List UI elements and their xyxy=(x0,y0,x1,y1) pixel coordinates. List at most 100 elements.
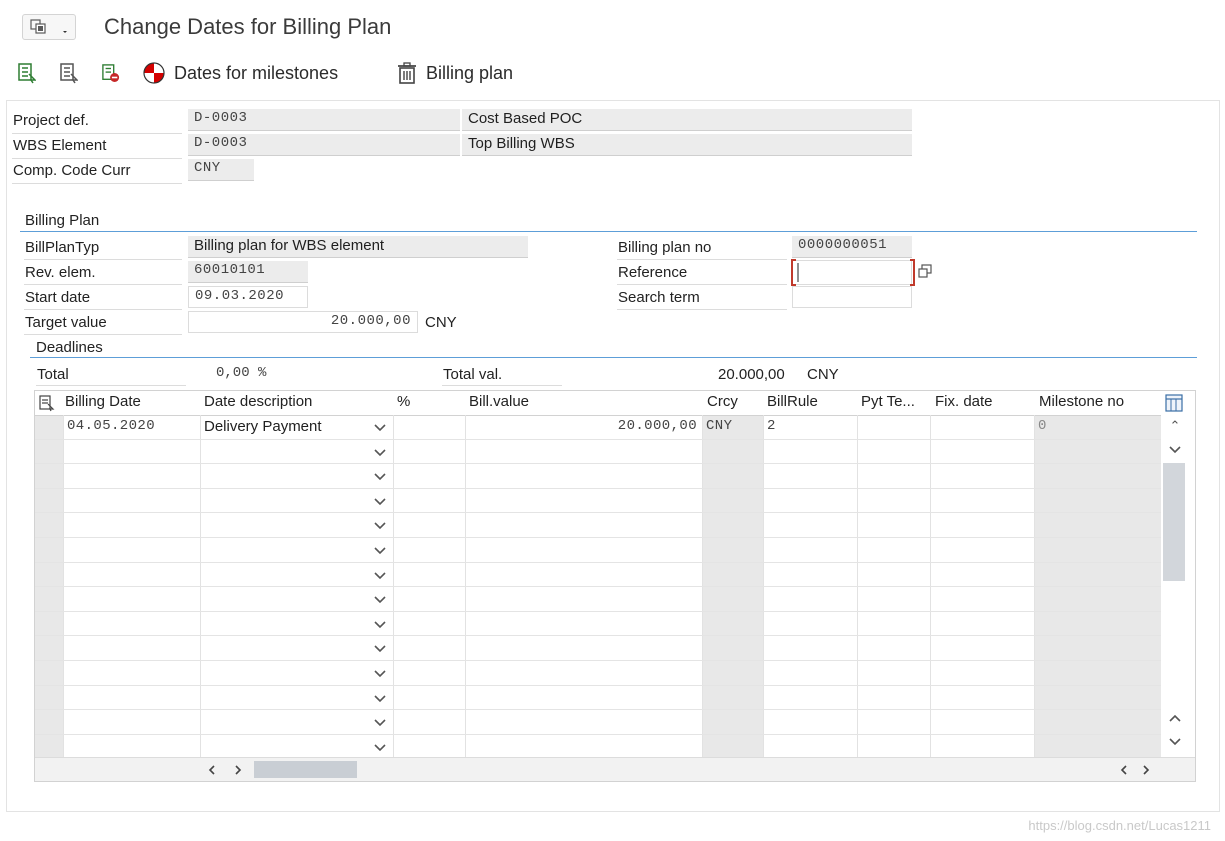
cell-date-description[interactable] xyxy=(200,710,370,734)
cell-percent[interactable] xyxy=(393,563,465,587)
search-term-input[interactable] xyxy=(792,286,912,308)
cell-date-description[interactable] xyxy=(200,612,370,636)
cell-pyt-terms[interactable] xyxy=(857,563,930,587)
cell-fix-date[interactable] xyxy=(930,612,1034,636)
col-percent[interactable]: % xyxy=(393,391,453,415)
select-all-icon[interactable] xyxy=(18,62,36,84)
dropdown-chevron-icon[interactable] xyxy=(373,718,387,728)
col-bill-rule[interactable]: BillRule xyxy=(763,391,853,415)
cell-percent[interactable] xyxy=(393,513,465,537)
cell-bill-value[interactable] xyxy=(465,735,701,759)
table-row[interactable] xyxy=(35,587,1161,612)
cell-date-description[interactable] xyxy=(200,735,370,759)
table-row[interactable] xyxy=(35,440,1161,465)
dropdown-chevron-icon[interactable] xyxy=(373,546,387,556)
cell-bill-rule[interactable] xyxy=(763,661,857,685)
cell-percent[interactable] xyxy=(393,612,465,636)
cell-bill-rule[interactable] xyxy=(763,612,857,636)
cell-bill-value[interactable] xyxy=(465,440,701,464)
table-row[interactable] xyxy=(35,513,1161,538)
vertical-scrollbar[interactable]: ⌃ xyxy=(1163,415,1187,757)
cell-date-description[interactable] xyxy=(200,489,370,513)
dropdown-chevron-icon[interactable] xyxy=(373,423,387,433)
cell-bill-value[interactable] xyxy=(465,612,701,636)
cell-bill-rule[interactable] xyxy=(763,735,857,759)
scroll-down-icon[interactable] xyxy=(1168,445,1182,455)
cell-bill-rule[interactable]: 2 xyxy=(763,415,857,439)
cell-pyt-terms[interactable] xyxy=(857,513,930,537)
cell-billing-date[interactable] xyxy=(63,587,200,611)
scroll-right-icon[interactable] xyxy=(233,764,243,776)
cell-percent[interactable] xyxy=(393,415,465,439)
table-row[interactable] xyxy=(35,735,1161,760)
billing-plan-button[interactable]: Billing plan xyxy=(426,63,513,84)
cell-fix-date[interactable] xyxy=(930,563,1034,587)
cell-bill-value[interactable] xyxy=(465,489,701,513)
dropdown-chevron-icon[interactable] xyxy=(373,472,387,482)
col-pyt-terms[interactable]: Pyt Te... xyxy=(857,391,931,415)
table-row[interactable] xyxy=(35,686,1161,711)
cell-date-description[interactable] xyxy=(200,636,370,660)
dropdown-chevron-icon[interactable] xyxy=(373,595,387,605)
cell-percent[interactable] xyxy=(393,636,465,660)
horizontal-scrollbar[interactable] xyxy=(35,757,1195,781)
table-settings-icon[interactable] xyxy=(1165,394,1183,412)
cell-bill-rule[interactable] xyxy=(763,464,857,488)
cell-bill-rule[interactable] xyxy=(763,489,857,513)
trash-icon[interactable] xyxy=(396,62,418,84)
cell-billing-date[interactable]: 04.05.2020 xyxy=(63,415,200,439)
table-config-icon[interactable] xyxy=(39,394,55,412)
cell-bill-rule[interactable] xyxy=(763,513,857,537)
table-row[interactable] xyxy=(35,464,1161,489)
dropdown-chevron-icon[interactable] xyxy=(373,497,387,507)
col-milestone-no[interactable]: Milestone no xyxy=(1035,391,1161,415)
cell-date-description[interactable]: Delivery Payment xyxy=(200,415,370,439)
vertical-scrollbar-thumb[interactable] xyxy=(1163,463,1185,581)
delete-row-icon[interactable] xyxy=(102,62,120,84)
cell-fix-date[interactable] xyxy=(930,735,1034,759)
cell-pyt-terms[interactable] xyxy=(857,489,930,513)
cell-bill-value[interactable] xyxy=(465,464,701,488)
cell-pyt-terms[interactable] xyxy=(857,415,930,439)
menu-button[interactable] xyxy=(22,14,76,40)
col-crcy[interactable]: Crcy xyxy=(703,391,763,415)
cell-fix-date[interactable] xyxy=(930,587,1034,611)
cell-pyt-terms[interactable] xyxy=(857,735,930,759)
cell-fix-date[interactable] xyxy=(930,440,1034,464)
cell-billing-date[interactable] xyxy=(63,563,200,587)
cell-fix-date[interactable] xyxy=(930,636,1034,660)
scroll-page-down-icon[interactable] xyxy=(1168,737,1182,747)
cell-percent[interactable] xyxy=(393,661,465,685)
col-billing-date[interactable]: Billing Date xyxy=(61,391,201,415)
cell-bill-value[interactable] xyxy=(465,636,701,660)
cell-date-description[interactable] xyxy=(200,587,370,611)
cell-bill-value[interactable] xyxy=(465,686,701,710)
cell-bill-value[interactable] xyxy=(465,563,701,587)
cell-bill-rule[interactable] xyxy=(763,440,857,464)
cell-percent[interactable] xyxy=(393,538,465,562)
dropdown-chevron-icon[interactable] xyxy=(373,571,387,581)
table-row[interactable] xyxy=(35,489,1161,514)
cell-percent[interactable] xyxy=(393,587,465,611)
cell-billing-date[interactable] xyxy=(63,710,200,734)
dropdown-chevron-icon[interactable] xyxy=(373,694,387,704)
cell-percent[interactable] xyxy=(393,735,465,759)
cell-bill-rule[interactable] xyxy=(763,587,857,611)
milestone-icon[interactable] xyxy=(142,61,166,85)
cell-pyt-terms[interactable] xyxy=(857,440,930,464)
cell-billing-date[interactable] xyxy=(63,440,200,464)
col-fix-date[interactable]: Fix. date xyxy=(931,391,1031,415)
dates-for-milestones-button[interactable]: Dates for milestones xyxy=(174,63,338,84)
cell-date-description[interactable] xyxy=(200,513,370,537)
cell-bill-value[interactable] xyxy=(465,513,701,537)
cell-billing-date[interactable] xyxy=(63,513,200,537)
cell-percent[interactable] xyxy=(393,686,465,710)
cell-percent[interactable] xyxy=(393,464,465,488)
cell-pyt-terms[interactable] xyxy=(857,686,930,710)
dropdown-chevron-icon[interactable] xyxy=(373,448,387,458)
cell-fix-date[interactable] xyxy=(930,489,1034,513)
scroll-up-icon[interactable]: ⌃ xyxy=(1168,419,1182,433)
cell-billing-date[interactable] xyxy=(63,612,200,636)
col-bill-value[interactable]: Bill.value xyxy=(465,391,695,415)
cell-fix-date[interactable] xyxy=(930,686,1034,710)
